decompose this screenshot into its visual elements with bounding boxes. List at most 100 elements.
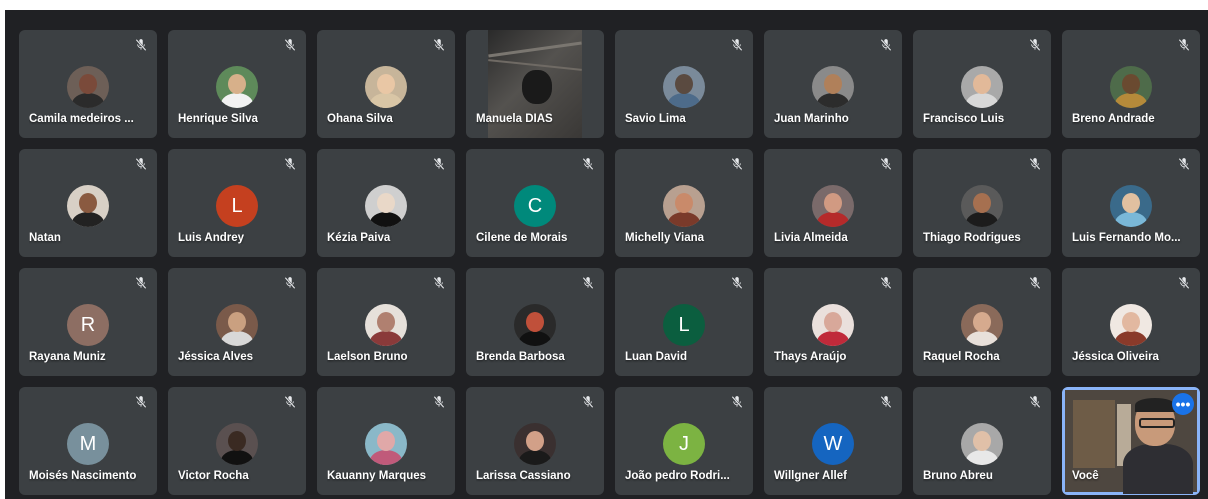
participant-tile[interactable]: Jéssica Oliveira xyxy=(1062,268,1200,376)
mic-off-icon xyxy=(880,396,892,408)
avatar xyxy=(1110,66,1152,108)
participant-tile[interactable]: Larissa Cassiano xyxy=(466,387,604,495)
participant-tile[interactable]: Savio Lima xyxy=(615,30,753,138)
participant-tile[interactable]: Juan Marinho xyxy=(764,30,902,138)
avatar: M xyxy=(67,423,109,465)
participant-name: Thays Araújo xyxy=(774,351,847,363)
participant-name: Francisco Luis xyxy=(923,113,1005,125)
avatar xyxy=(961,66,1003,108)
mic-off-icon xyxy=(880,158,892,170)
more-options-icon[interactable]: ••• xyxy=(1172,393,1194,415)
mic-off-icon xyxy=(1029,158,1041,170)
self-video-tile[interactable]: ••• Você xyxy=(1062,387,1200,495)
participant-name: Breno Andrade xyxy=(1072,113,1155,125)
mic-off-icon xyxy=(1029,39,1041,51)
participant-name: Kézia Paiva xyxy=(327,232,391,244)
mic-off-icon xyxy=(1029,277,1041,289)
mic-off-icon xyxy=(582,277,594,289)
mic-off-icon xyxy=(731,277,743,289)
participant-tile[interactable]: Bruno Abreu xyxy=(913,387,1051,495)
avatar xyxy=(1110,185,1152,227)
participant-tile[interactable]: R Rayana Muniz xyxy=(19,268,157,376)
participant-tile[interactable]: Luis Fernando Mo... xyxy=(1062,149,1200,257)
mic-off-icon xyxy=(1178,39,1190,51)
avatar xyxy=(1110,304,1152,346)
mic-off-icon xyxy=(284,277,296,289)
participant-tile[interactable]: Thays Araújo xyxy=(764,268,902,376)
participant-tile[interactable]: Francisco Luis xyxy=(913,30,1051,138)
participant-name: Laelson Bruno xyxy=(327,351,408,363)
participant-name: Rayana Muniz xyxy=(29,351,106,363)
avatar xyxy=(812,304,854,346)
participant-tile[interactable]: Natan xyxy=(19,149,157,257)
avatar: J xyxy=(663,423,705,465)
mic-off-icon xyxy=(731,39,743,51)
participant-tile[interactable]: L Luis Andrey xyxy=(168,149,306,257)
avatar xyxy=(365,423,407,465)
participant-tile[interactable]: W Willgner Allef xyxy=(764,387,902,495)
participant-tile[interactable]: Laelson Bruno xyxy=(317,268,455,376)
avatar xyxy=(216,423,258,465)
participant-tile[interactable]: C Cilene de Morais xyxy=(466,149,604,257)
participant-tile[interactable]: Henrique Silva xyxy=(168,30,306,138)
participant-tile[interactable]: Kézia Paiva xyxy=(317,149,455,257)
avatar xyxy=(216,304,258,346)
participant-name: Savio Lima xyxy=(625,113,686,125)
participant-tile[interactable]: Michelly Viana xyxy=(615,149,753,257)
avatar: L xyxy=(216,185,258,227)
mic-off-icon xyxy=(1029,396,1041,408)
participant-tile[interactable]: M Moisés Nascimento xyxy=(19,387,157,495)
participant-name: Raquel Rocha xyxy=(923,351,1000,363)
avatar xyxy=(961,185,1003,227)
participant-name: Victor Rocha xyxy=(178,470,249,482)
participant-tile[interactable]: Ohana Silva xyxy=(317,30,455,138)
participant-tile[interactable]: Thiago Rodrigues xyxy=(913,149,1051,257)
mic-off-icon xyxy=(582,158,594,170)
mic-off-icon xyxy=(135,158,147,170)
participant-name: João pedro Rodri... xyxy=(625,470,730,482)
avatar xyxy=(663,66,705,108)
participant-name: Cilene de Morais xyxy=(476,232,568,244)
participant-name: Thiago Rodrigues xyxy=(923,232,1021,244)
participant-name: Kauanny Marques xyxy=(327,470,427,482)
participant-tile[interactable]: L Luan David xyxy=(615,268,753,376)
participant-name: Ohana Silva xyxy=(327,113,393,125)
avatar xyxy=(365,304,407,346)
participant-name: Manuela DIAS xyxy=(476,113,553,125)
participant-name: Larissa Cassiano xyxy=(476,470,571,482)
avatar xyxy=(514,423,556,465)
avatar xyxy=(514,304,556,346)
participant-name: Brenda Barbosa xyxy=(476,351,565,363)
avatar xyxy=(812,185,854,227)
mic-off-icon xyxy=(135,277,147,289)
participant-tile[interactable]: Camila medeiros ... xyxy=(19,30,157,138)
avatar: R xyxy=(67,304,109,346)
mic-off-icon xyxy=(1178,277,1190,289)
mic-off-icon xyxy=(433,396,445,408)
participant-tile[interactable]: Brenda Barbosa xyxy=(466,268,604,376)
mic-off-icon xyxy=(582,396,594,408)
participant-name: Natan xyxy=(29,232,61,244)
participant-name: Jéssica Alves xyxy=(178,351,254,363)
mic-off-icon xyxy=(284,39,296,51)
mic-off-icon xyxy=(1178,158,1190,170)
participant-grid: Camila medeiros ... Henrique Silva Ohana S… xyxy=(19,30,1200,495)
avatar xyxy=(67,66,109,108)
participant-tile[interactable]: J João pedro Rodri... xyxy=(615,387,753,495)
participant-tile[interactable]: Jéssica Alves xyxy=(168,268,306,376)
avatar xyxy=(961,423,1003,465)
participant-tile[interactable]: Victor Rocha xyxy=(168,387,306,495)
mic-off-icon xyxy=(433,277,445,289)
participant-tile[interactable]: Breno Andrade xyxy=(1062,30,1200,138)
mic-off-icon xyxy=(433,158,445,170)
avatar xyxy=(961,304,1003,346)
mic-off-icon xyxy=(880,39,892,51)
participant-name: Moisés Nascimento xyxy=(29,470,137,482)
mic-off-icon xyxy=(284,158,296,170)
participant-tile[interactable]: Raquel Rocha xyxy=(913,268,1051,376)
participant-tile[interactable]: Manuela DIAS xyxy=(466,30,604,138)
avatar xyxy=(365,185,407,227)
participant-tile[interactable]: Livia Almeida xyxy=(764,149,902,257)
participant-name: Luis Andrey xyxy=(178,232,245,244)
participant-tile[interactable]: Kauanny Marques xyxy=(317,387,455,495)
